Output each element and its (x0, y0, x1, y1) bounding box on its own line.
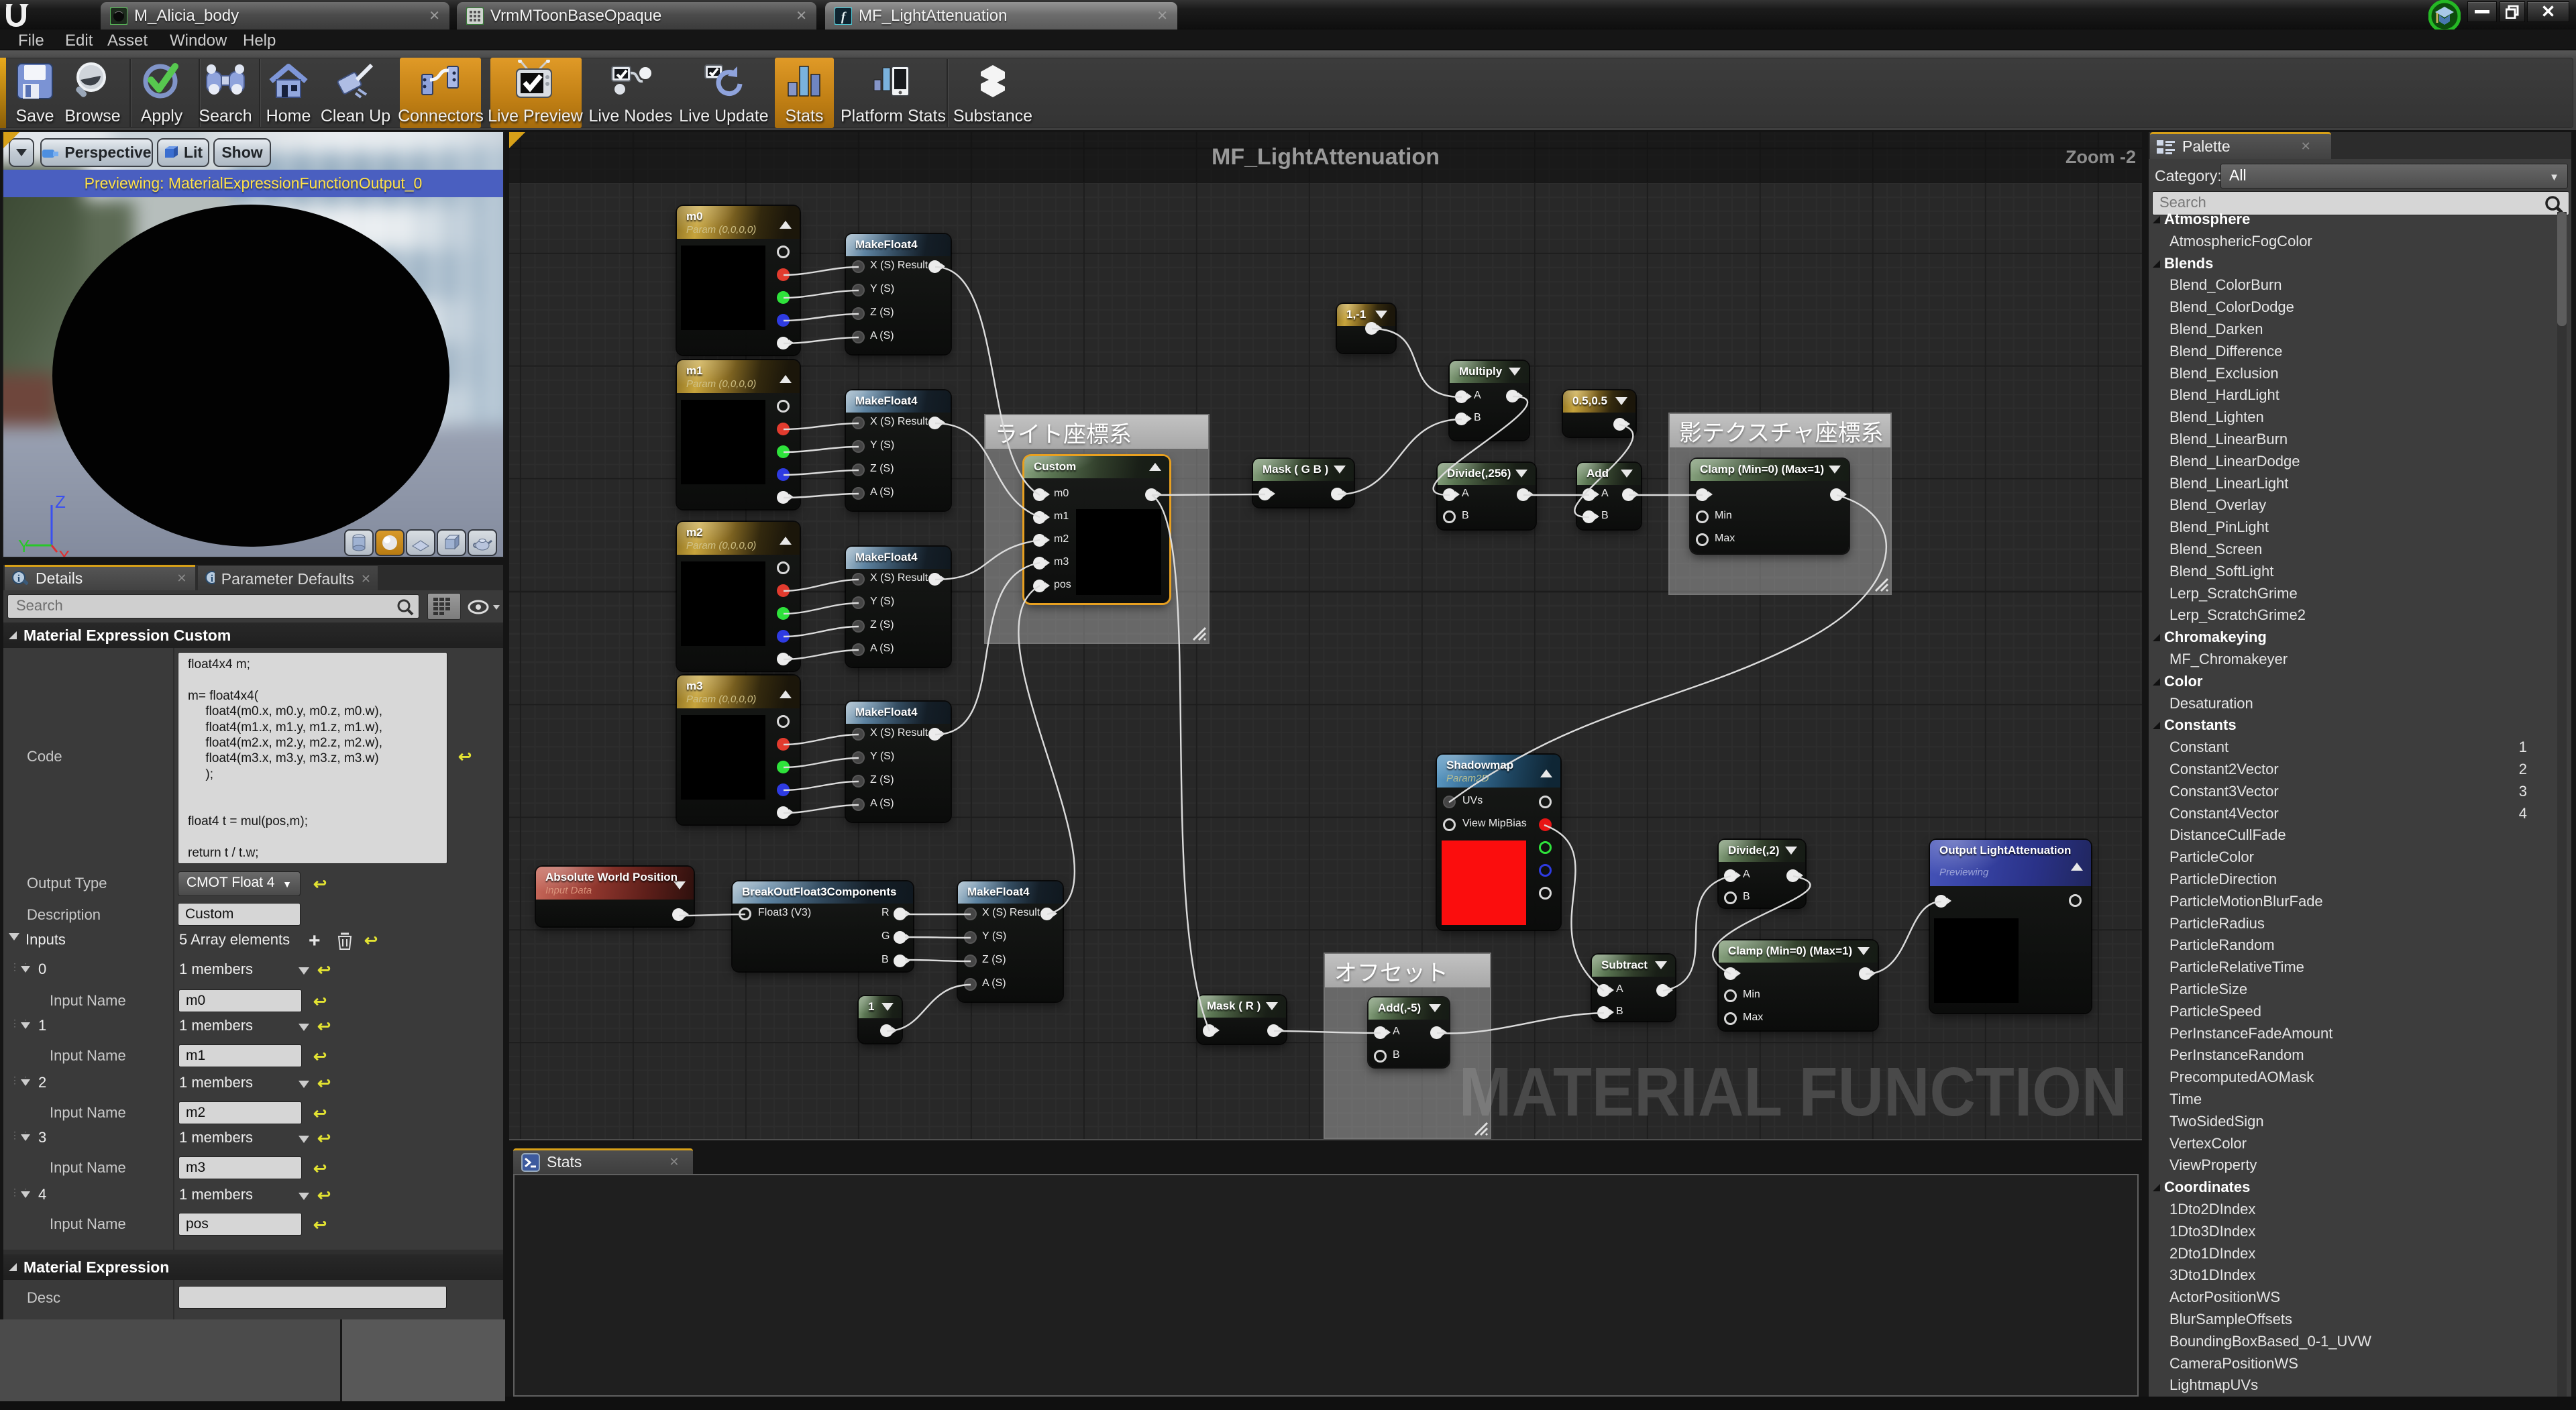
svg-text:X: X (58, 547, 70, 557)
svg-text:Y: Y (18, 536, 30, 556)
svg-text:Z: Z (55, 493, 66, 512)
svg-text:i: i (17, 574, 20, 584)
svg-text:i: i (211, 574, 213, 584)
